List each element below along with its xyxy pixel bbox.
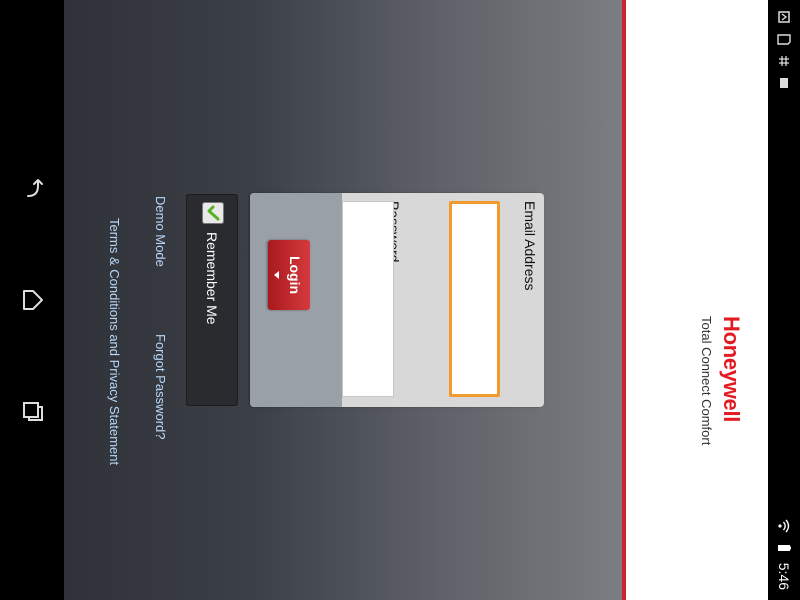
email-field[interactable] [449, 201, 500, 397]
usb-icon [779, 56, 789, 66]
back-icon[interactable] [20, 176, 46, 202]
status-bar: 5:46 [768, 0, 800, 600]
forgot-password-link[interactable]: Forgot Password? [153, 334, 168, 440]
email-label: Email Address [522, 201, 538, 291]
rotated-app-canvas: 5:46 Honeywell Total Connect Comfort Ema… [0, 0, 800, 600]
screenshot-icon [780, 78, 788, 88]
remember-me-toggle[interactable]: Remember Me [186, 194, 238, 406]
header-divider [622, 0, 626, 600]
terms-link[interactable]: Terms & Conditions and Privacy Statement [107, 218, 122, 465]
status-time: 5:46 [776, 562, 792, 590]
remember-me-checkbox[interactable] [202, 202, 224, 224]
app-subtitle: Total Connect Comfort [699, 316, 714, 446]
recents-icon[interactable] [20, 398, 46, 424]
status-bar-right: 5:46 [768, 519, 800, 590]
notification-icon [778, 11, 790, 23]
screen: 5:46 Honeywell Total Connect Comfort Ema… [0, 0, 800, 600]
status-bar-left [768, 10, 800, 90]
sd-card-icon [777, 34, 791, 45]
remember-me-label: Remember Me [204, 232, 220, 325]
checkmark-icon [207, 205, 220, 221]
nav-bar [0, 0, 64, 600]
brand-block: Honeywell Total Connect Comfort [699, 316, 744, 576]
wifi-icon [778, 519, 790, 533]
password-field[interactable] [342, 201, 394, 397]
login-button[interactable]: Login [268, 240, 310, 310]
app-header: Honeywell Total Connect Comfort [626, 0, 768, 600]
demo-mode-link[interactable]: Demo Mode [153, 196, 168, 267]
battery-icon [778, 544, 791, 551]
login-label: Login [287, 255, 303, 295]
brand-logo: Honeywell [719, 316, 744, 423]
home-icon[interactable] [20, 287, 46, 313]
chevron-down-icon [274, 271, 279, 279]
